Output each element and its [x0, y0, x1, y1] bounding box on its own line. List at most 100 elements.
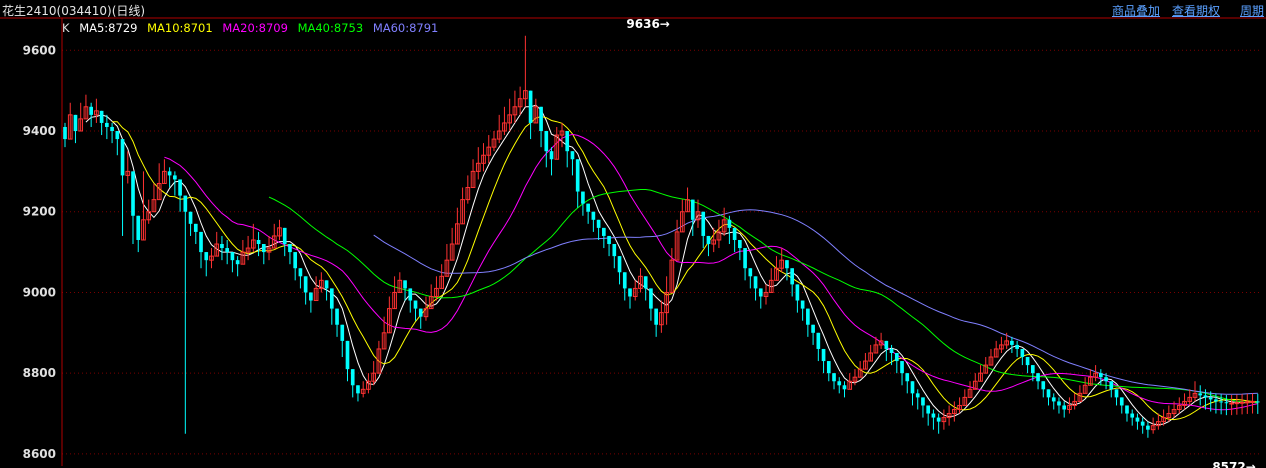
candle [779, 248, 785, 273]
candle [669, 248, 675, 293]
candle [230, 252, 235, 273]
candle [711, 227, 717, 253]
candle [1250, 393, 1255, 414]
candle [178, 179, 182, 212]
candle [1130, 409, 1135, 426]
candle [1135, 413, 1140, 430]
candle-body [403, 280, 407, 289]
candle [356, 385, 360, 402]
y-tick-label: 9200 [23, 205, 56, 219]
candle [67, 102, 73, 140]
candle-body [1036, 373, 1040, 382]
candle [1046, 389, 1051, 406]
candle [89, 102, 93, 127]
candle-body [178, 179, 182, 196]
candle-body [1041, 381, 1046, 390]
candle [439, 264, 444, 289]
annotations: 9636→ 8572→ [626, 17, 1255, 468]
candle [502, 106, 507, 136]
candle [209, 248, 214, 269]
candle [136, 215, 141, 253]
candle [340, 324, 345, 358]
candle [360, 381, 366, 398]
candle [131, 171, 135, 245]
candle [1125, 405, 1129, 422]
candle [549, 147, 554, 176]
candle [967, 381, 973, 398]
candle-body [298, 268, 303, 277]
candle [1051, 393, 1056, 410]
candle [1072, 393, 1077, 410]
candle-body [1010, 340, 1014, 345]
candle [204, 252, 209, 277]
candle [460, 187, 465, 225]
candle-body [926, 405, 931, 414]
candle-body [748, 268, 753, 277]
candle-body [1224, 402, 1229, 404]
candle-body [110, 126, 114, 132]
candle-body [99, 110, 104, 123]
candle [732, 227, 737, 253]
candle [465, 175, 471, 204]
candle-body [1057, 401, 1061, 406]
candle [105, 114, 109, 140]
candle-body [727, 219, 732, 228]
candle [690, 199, 695, 236]
candle-body [622, 272, 627, 289]
candle [936, 413, 941, 434]
candle [371, 361, 376, 386]
candle [1015, 340, 1019, 358]
candle [220, 235, 224, 261]
candle [293, 252, 298, 281]
candle [586, 203, 590, 224]
candlestick-chart[interactable]: 8600 8800 9000 9200 9400 9600 9636→ 8572→ [0, 0, 1266, 468]
candle-body [806, 308, 810, 325]
candle-body [921, 397, 925, 406]
candle-body [544, 131, 549, 152]
candles [63, 35, 1260, 438]
candle [643, 276, 648, 301]
candle [418, 308, 423, 329]
candle [768, 268, 774, 293]
candle [632, 280, 638, 301]
candle [434, 276, 439, 301]
candle-body [826, 361, 831, 374]
candle [486, 135, 492, 164]
candle-body [612, 244, 617, 257]
candle-body [1214, 399, 1218, 402]
candle [444, 244, 450, 277]
candle [1244, 393, 1250, 414]
candle [878, 332, 884, 349]
low-annotation: 8572→ [1212, 460, 1255, 468]
candle-body [575, 159, 580, 192]
candle [1057, 397, 1061, 414]
candle-body [282, 227, 287, 245]
candle [628, 288, 632, 309]
candle [565, 131, 570, 168]
candle [1114, 389, 1119, 406]
ma10-line [112, 115, 1258, 421]
candle-body [261, 244, 266, 253]
candle-body [173, 175, 177, 180]
candle [449, 227, 455, 261]
candle [1150, 417, 1156, 434]
candle [993, 340, 999, 358]
candle-body [889, 348, 894, 353]
ma20-line [164, 133, 1258, 411]
candle [591, 211, 596, 232]
candle [826, 361, 831, 382]
candle-body [256, 239, 261, 245]
candle [743, 248, 747, 281]
candle-body [816, 332, 821, 349]
candle [539, 106, 543, 148]
candle [638, 268, 643, 293]
candle-body [701, 211, 706, 236]
candle [1229, 394, 1234, 416]
candle-body [1130, 413, 1135, 418]
candle-body [1229, 402, 1234, 405]
candle [313, 276, 319, 302]
candle [596, 219, 601, 240]
candle-body [1025, 357, 1030, 366]
candle [298, 268, 303, 289]
candle-body [905, 373, 910, 382]
